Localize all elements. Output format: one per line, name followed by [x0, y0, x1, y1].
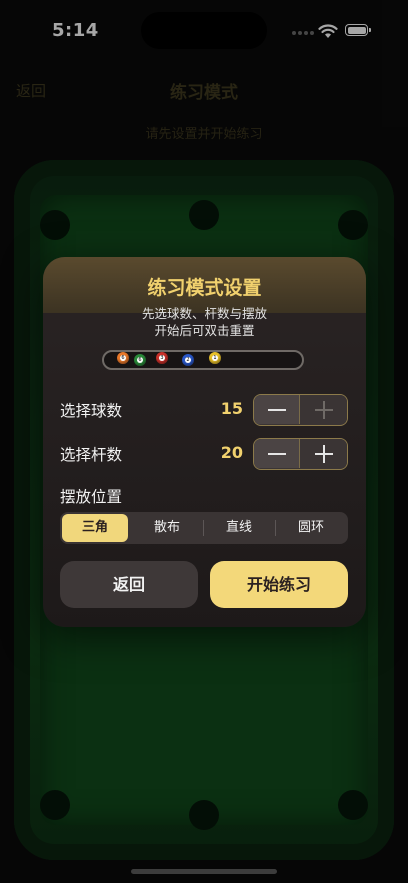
preview-ball: 2	[182, 354, 194, 366]
modal-description-line2: 开始后可双击重置	[154, 323, 255, 338]
cue-count-label: 选择杆数	[60, 446, 123, 464]
placement-option-triangle[interactable]: 三角	[62, 514, 128, 542]
practice-settings-modal: 练习模式设置 先选球数、杆数与摆放 开始后可双击重置 66321 选择球数 15…	[43, 257, 366, 627]
ball-count-label: 选择球数	[60, 402, 123, 420]
home-indicator[interactable]	[131, 869, 277, 874]
segment-divider	[203, 520, 204, 536]
placement-label: 摆放位置	[60, 488, 123, 506]
cue-count-stepper	[253, 438, 348, 470]
segment-divider	[275, 520, 276, 536]
ball-count-decrease-button[interactable]	[254, 395, 300, 424]
placement-option-line[interactable]: 直线	[206, 514, 272, 542]
preview-ball: 1	[209, 352, 221, 364]
preview-ball: 6	[134, 354, 146, 366]
preview-ball: 6	[117, 352, 129, 364]
cue-count-increase-button[interactable]	[301, 439, 347, 468]
ball-preview-track: 66321	[102, 350, 304, 370]
cue-count-decrease-button[interactable]	[254, 439, 300, 468]
ball-count-increase-button[interactable]	[301, 395, 347, 424]
back-button[interactable]: 返回	[60, 561, 198, 608]
ball-count-stepper	[253, 394, 348, 426]
ball-count-value: 15	[220, 399, 243, 418]
cue-count-value: 20	[220, 443, 243, 462]
preview-ball: 3	[156, 352, 168, 364]
start-practice-button[interactable]: 开始练习	[210, 561, 348, 608]
placement-option-scatter[interactable]: 散布	[134, 514, 200, 542]
modal-title: 练习模式设置	[147, 277, 262, 299]
modal-description-line1: 先选球数、杆数与摆放	[141, 306, 267, 321]
placement-option-ring[interactable]: 圆环	[278, 514, 344, 542]
placement-segmented-control: 三角 散布 直线 圆环	[60, 512, 348, 544]
